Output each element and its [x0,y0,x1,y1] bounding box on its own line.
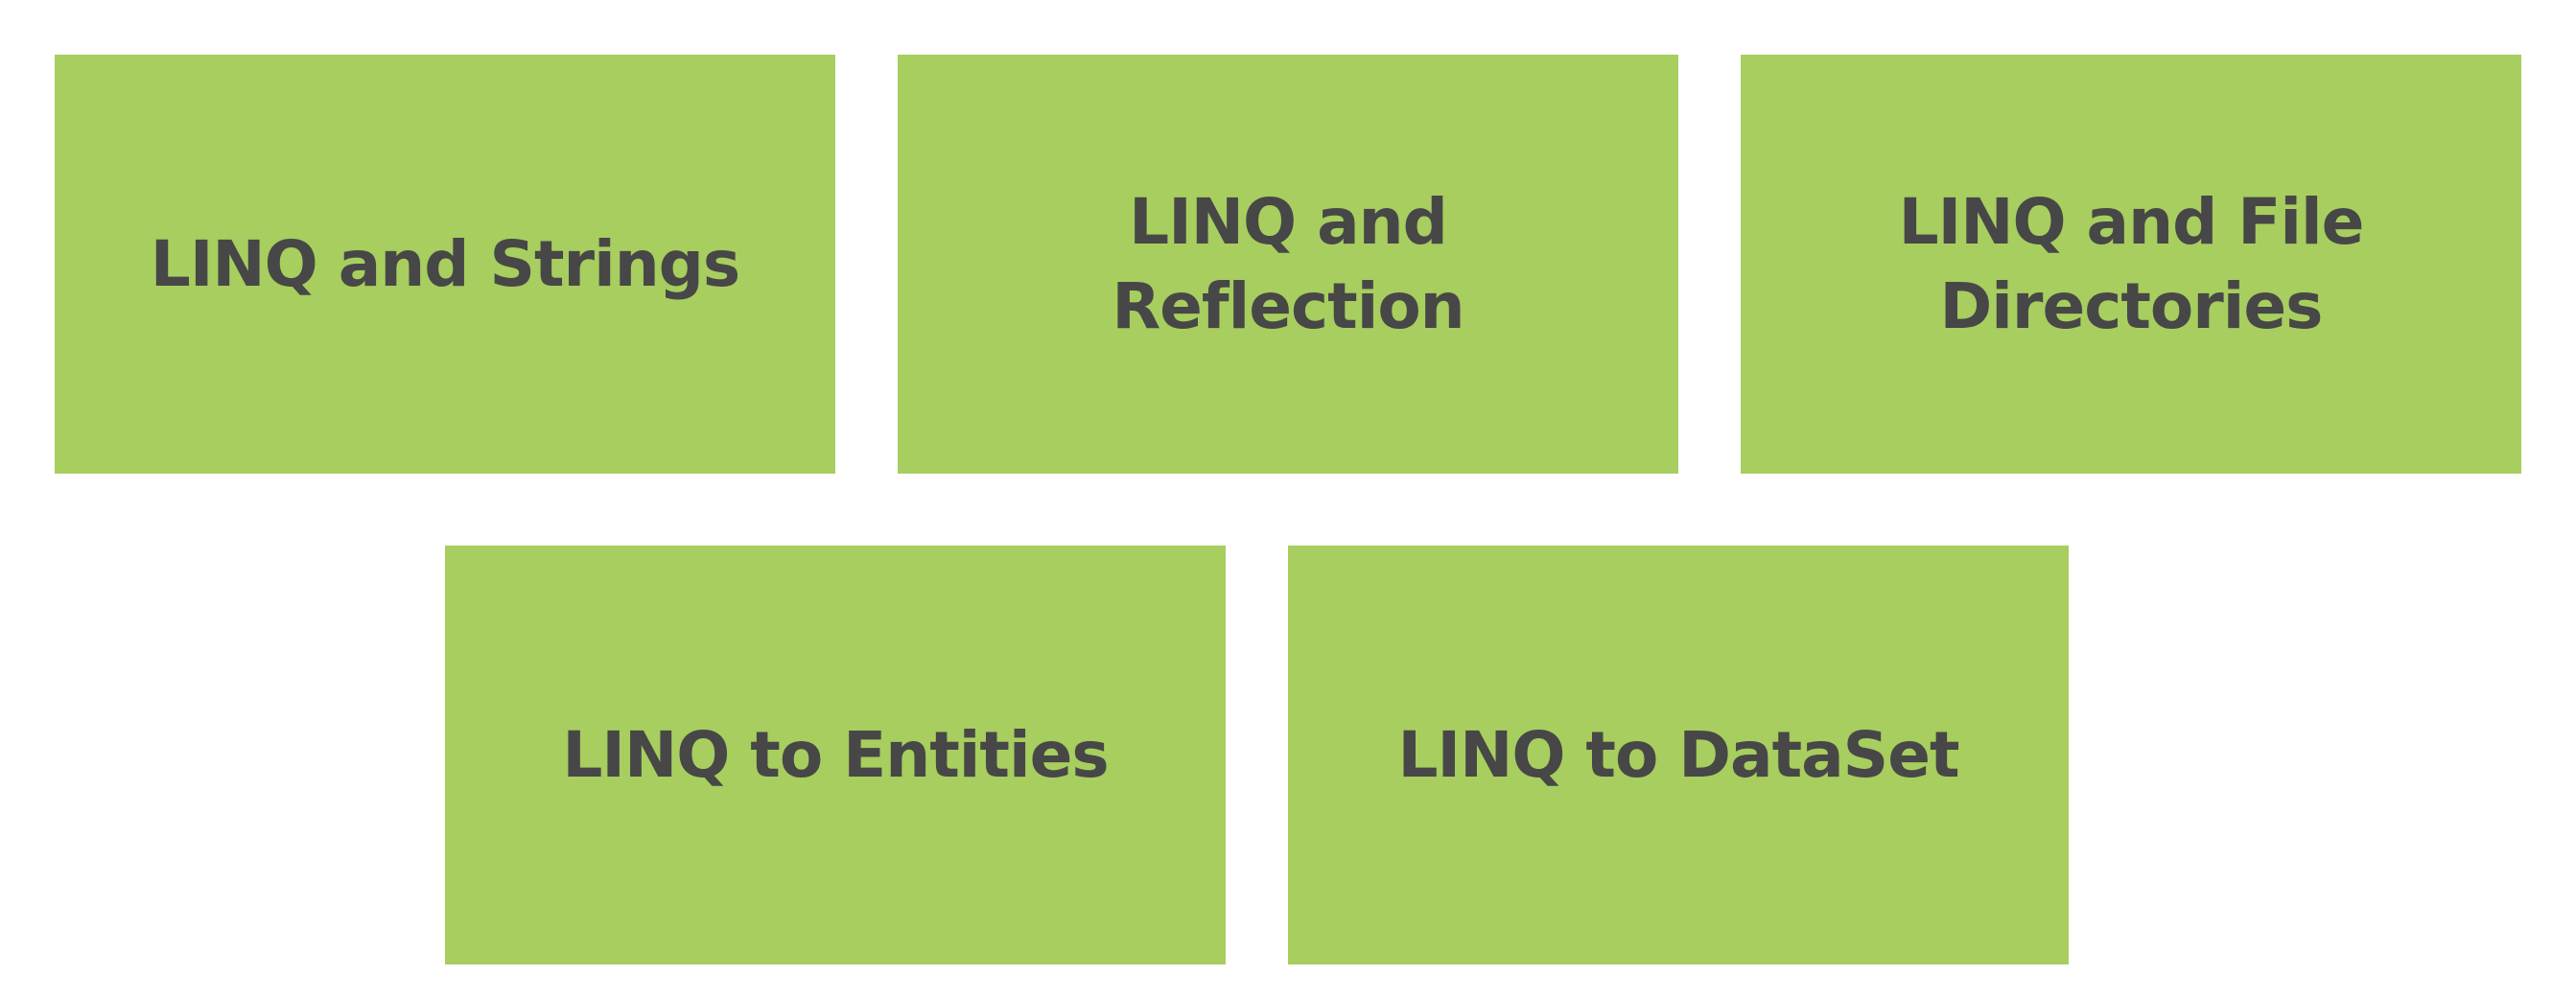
tile-linq-and-strings: LINQ and Strings [55,55,835,474]
tile-label: LINQ and Reflection [1112,184,1464,343]
tile-linq-and-reflection: LINQ and Reflection [898,55,1678,474]
diagram-canvas: LINQ and Strings LINQ and Reflection LIN… [0,0,2576,999]
tile-label: LINQ and File Directories [1898,184,2365,343]
tile-linq-to-dataset: LINQ to DataSet [1288,546,2069,964]
tile-label: LINQ to DataSet [1397,717,1959,792]
tile-label: LINQ to Entities [562,717,1109,792]
tile-linq-to-entities: LINQ to Entities [445,546,1226,964]
tile-linq-and-file-directories: LINQ and File Directories [1741,55,2521,474]
tile-label: LINQ and Strings [150,226,740,301]
